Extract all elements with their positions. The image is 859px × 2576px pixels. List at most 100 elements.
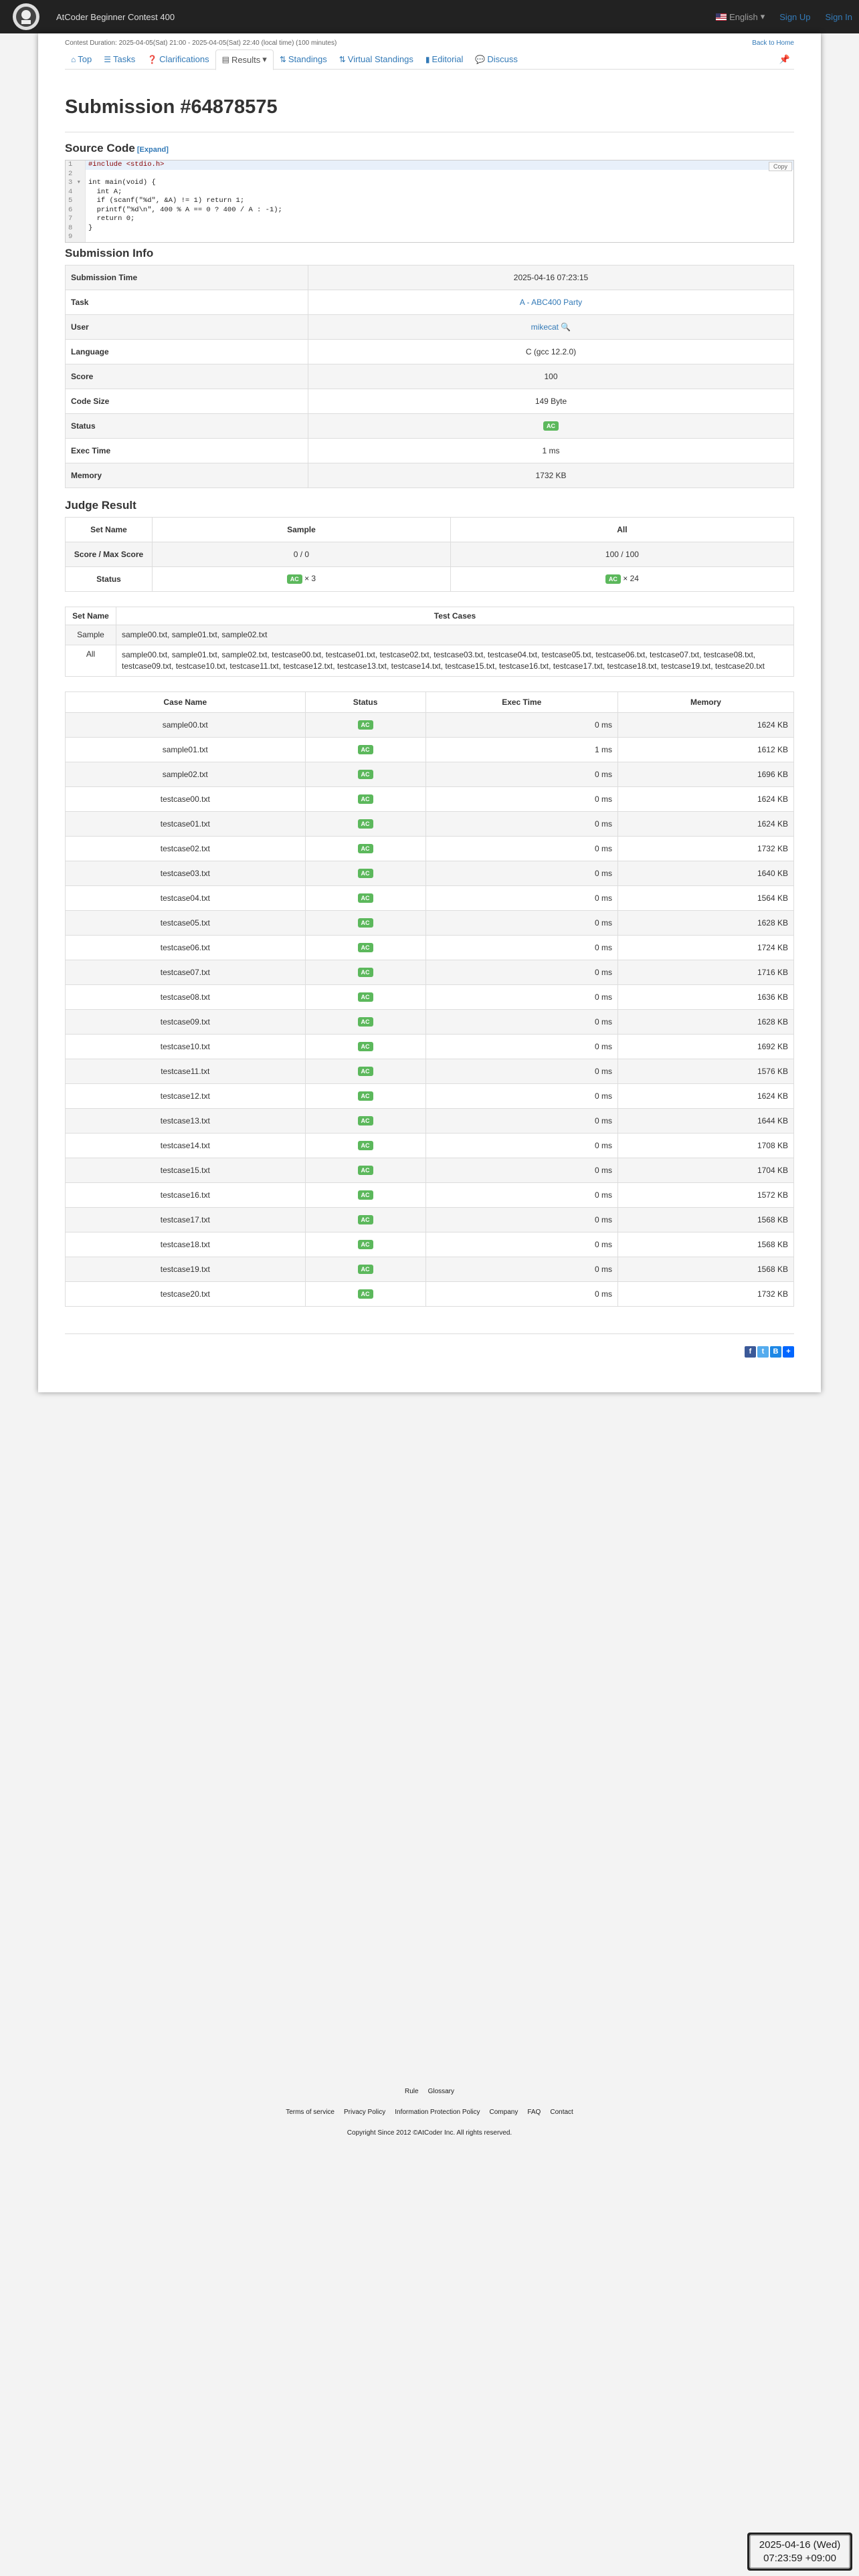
- copy-button[interactable]: Copy: [768, 162, 792, 171]
- case-memory: 1704 KB: [617, 1157, 795, 1183]
- footer-link[interactable]: Terms of service: [286, 2109, 335, 2116]
- footer-link[interactable]: Information Protection Policy: [395, 2109, 480, 2116]
- clock-time: 07:23:59 +09:00: [763, 2552, 836, 2564]
- atcoder-logo[interactable]: [7, 1, 45, 32]
- status-badge: AC: [357, 869, 373, 878]
- case-exec-time: 0 ms: [425, 1231, 618, 1257]
- info-row: User mikecat 🔍: [65, 314, 794, 340]
- status-badge: AC: [357, 943, 373, 952]
- table-row: testcase02.txt AC 0 ms 1732 KB: [65, 835, 795, 861]
- search-icon[interactable]: 🔍: [561, 322, 571, 332]
- judge-result-table: Set Name Sample All Score / Max Score 0 …: [65, 516, 795, 592]
- case-exec-time: 0 ms: [425, 1132, 618, 1158]
- footer-link[interactable]: Rule: [405, 2088, 419, 2095]
- list-icon: ☰: [104, 54, 111, 64]
- task-link[interactable]: A - ABC400 Party: [520, 298, 582, 307]
- case-exec-time: 0 ms: [425, 860, 618, 886]
- table-row: sample00.txt AC 0 ms 1624 KB: [65, 712, 795, 738]
- table-row: testcase10.txt AC 0 ms 1692 KB: [65, 1033, 795, 1059]
- status-badge: AC: [357, 745, 373, 754]
- table-row: testcase06.txt AC 0 ms 1724 KB: [65, 934, 795, 960]
- case-name: testcase16.txt: [65, 1182, 306, 1208]
- exec-time-value: 1 ms: [308, 437, 794, 463]
- tab-tasks[interactable]: ☰ Tasks: [98, 49, 141, 70]
- back-home-link[interactable]: Back to Home: [752, 39, 794, 47]
- footer-link[interactable]: Privacy Policy: [344, 2109, 385, 2116]
- case-exec-time: 0 ms: [425, 1206, 618, 1232]
- pin-icon[interactable]: 📌: [779, 54, 794, 65]
- test-sets-table: Set Name Test Cases Sample sample00.txt,…: [65, 606, 794, 677]
- submission-info-heading: Submission Info: [65, 246, 154, 259]
- footer-link[interactable]: FAQ: [527, 2109, 541, 2116]
- share-plus-icon[interactable]: +: [783, 1346, 794, 1358]
- code-line: 8}: [66, 223, 793, 233]
- case-memory: 1628 KB: [617, 1008, 795, 1035]
- hatena-icon[interactable]: B: [770, 1346, 781, 1358]
- footer-link[interactable]: Contact: [550, 2109, 573, 2116]
- tab-standings[interactable]: ⇅ Standings: [274, 49, 333, 70]
- sort-icon: ⇅: [279, 54, 286, 64]
- case-memory: 1628 KB: [617, 909, 795, 936]
- user-link[interactable]: mikecat: [531, 322, 559, 332]
- source-code-block[interactable]: Copy 1 #include <stdio.h> 2 3 ▾ int main(v…: [65, 160, 794, 243]
- case-exec-time: 0 ms: [425, 835, 618, 861]
- status-badge: AC: [543, 421, 559, 431]
- case-exec-time: 1 ms: [425, 736, 618, 762]
- info-row: Task A - ABC400 Party: [65, 289, 794, 315]
- case-memory: 1624 KB: [617, 1083, 795, 1109]
- info-row: Score 100: [65, 363, 794, 389]
- case-memory: 1732 KB: [617, 835, 795, 861]
- code-line: 7 return 0;: [66, 215, 793, 224]
- status-badge: AC: [357, 1215, 373, 1224]
- expand-link[interactable]: [Expand]: [137, 146, 169, 154]
- tab-virtual-standings[interactable]: ⇅ Virtual Standings: [333, 49, 419, 70]
- info-row: Submission Time 2025-04-16 07:23:15: [65, 264, 794, 290]
- case-name: testcase20.txt: [65, 1281, 306, 1307]
- footer-link[interactable]: Company: [490, 2109, 518, 2116]
- contest-brand[interactable]: AtCoder Beginner Contest 400: [56, 12, 175, 22]
- tab-discuss[interactable]: 💬 Discuss: [469, 49, 523, 70]
- status-badge: AC: [357, 1141, 373, 1150]
- case-memory: 1568 KB: [617, 1206, 795, 1232]
- code-line: 5 if (scanf("%d", &A) != 1) return 1;: [66, 197, 793, 206]
- table-row: testcase08.txt AC 0 ms 1636 KB: [65, 984, 795, 1010]
- tab-top[interactable]: ⌂ Top: [65, 49, 98, 70]
- case-exec-time: 0 ms: [425, 1008, 618, 1035]
- case-exec-time: 0 ms: [425, 712, 618, 738]
- sign-in-link[interactable]: Sign In: [826, 12, 852, 22]
- sign-up-link[interactable]: Sign Up: [779, 12, 810, 22]
- table-row: sample01.txt AC 1 ms 1612 KB: [65, 736, 795, 762]
- case-memory: 1696 KB: [617, 761, 795, 787]
- status-row: Status AC × 3 AC × 24: [65, 566, 795, 592]
- twitter-icon[interactable]: t: [757, 1346, 769, 1358]
- status-badge: AC: [357, 1190, 373, 1200]
- set-row: Sample sample00.txt, sample01.txt, sampl…: [65, 624, 794, 645]
- case-memory: 1732 KB: [617, 1281, 795, 1307]
- case-name: testcase01.txt: [65, 811, 306, 837]
- info-row: Status AC: [65, 413, 794, 439]
- table-row: testcase17.txt AC 0 ms 1568 KB: [65, 1206, 795, 1232]
- footer-link[interactable]: Glossary: [428, 2088, 454, 2095]
- tab-clarifications[interactable]: ❓ Clarifications: [141, 49, 215, 70]
- table-row: testcase04.txt AC 0 ms 1564 KB: [65, 885, 795, 911]
- language-dropdown[interactable]: English ▾: [716, 11, 765, 22]
- comment-icon: 💬: [475, 54, 486, 64]
- tab-editorial[interactable]: ▮ Editorial: [419, 49, 470, 70]
- status-badge: AC: [357, 720, 373, 730]
- case-exec-time: 0 ms: [425, 1058, 618, 1084]
- caret-down-icon: ▾: [262, 54, 267, 64]
- code-size-value: 149 Byte: [308, 388, 794, 414]
- status-badge: AC: [357, 893, 373, 903]
- case-exec-time: 0 ms: [425, 1107, 618, 1134]
- status-badge: AC: [357, 992, 373, 1002]
- tab-results[interactable]: ▤ Results ▾: [215, 49, 274, 70]
- case-memory: 1624 KB: [617, 786, 795, 812]
- case-exec-time: 0 ms: [425, 1157, 618, 1183]
- table-row: sample02.txt AC 0 ms 1696 KB: [65, 761, 795, 787]
- facebook-icon[interactable]: f: [745, 1346, 756, 1358]
- case-exec-time: 0 ms: [425, 1033, 618, 1059]
- status-badge: AC: [357, 918, 373, 928]
- case-exec-time: 0 ms: [425, 1256, 618, 1282]
- info-row: Exec Time 1 ms: [65, 437, 794, 463]
- case-name: testcase15.txt: [65, 1157, 306, 1183]
